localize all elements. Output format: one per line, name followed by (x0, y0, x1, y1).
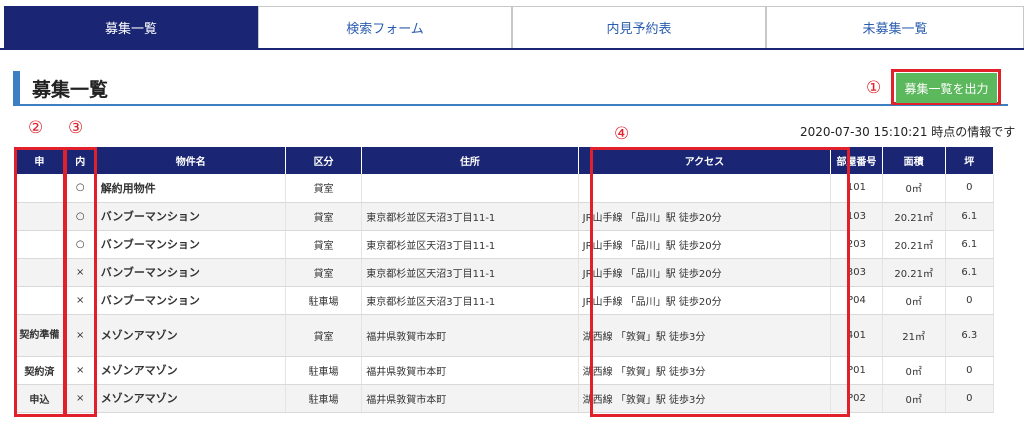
cell-tsubo: 0 (945, 174, 994, 203)
tab-unrecruited-list[interactable]: 未募集一覧 (766, 6, 1024, 48)
cell-area: 20.21㎡ (882, 202, 946, 231)
cell-tsubo: 6.1 (945, 230, 994, 259)
cell-area: 21㎡ (882, 314, 946, 357)
cell-category: 貸室 (285, 230, 363, 259)
cell-address: 東京都杉並区天沼3丁目11-1 (361, 258, 579, 287)
cell-address: 東京都杉並区天沼3丁目11-1 (361, 286, 579, 315)
tab-bar-underline (0, 48, 1024, 50)
section-divider (13, 104, 1008, 106)
highlight-box-4 (590, 147, 850, 417)
cell-address: 東京都杉並区天沼3丁目11-1 (361, 230, 579, 259)
cell-tsubo: 6.1 (945, 258, 994, 287)
col-header-property-name[interactable]: 物件名 (96, 147, 286, 174)
tab-viewing-schedule[interactable]: 内見予約表 (512, 6, 766, 48)
cell-property-name[interactable]: メゾンアマゾン (96, 356, 286, 385)
cell-category: 貸室 (285, 258, 363, 287)
annotation-4: ④ (614, 124, 630, 144)
cell-property-name[interactable]: バンブーマンション (96, 202, 286, 231)
cell-area: 0㎡ (882, 174, 946, 203)
cell-category: 貸室 (285, 314, 363, 357)
cell-address: 福井県敦賀市本町 (361, 314, 579, 357)
annotation-1: ① (866, 78, 882, 98)
highlight-box-2 (14, 147, 66, 417)
cell-property-name[interactable]: 解約用物件 (96, 174, 286, 203)
tab-search-form[interactable]: 検索フォーム (258, 6, 512, 48)
cell-address: 福井県敦賀市本町 (361, 356, 579, 385)
cell-category: 貸室 (285, 202, 363, 231)
section-accent-bar (13, 71, 20, 104)
cell-area: 0㎡ (882, 356, 946, 385)
col-header-area[interactable]: 面積 (882, 147, 946, 174)
cell-category: 駐車場 (285, 286, 363, 315)
cell-property-name[interactable]: メゾンアマゾン (96, 384, 286, 413)
col-header-tsubo[interactable]: 坪 (945, 147, 994, 174)
cell-address: 福井県敦賀市本町 (361, 384, 579, 413)
cell-tsubo: 0 (945, 286, 994, 315)
col-header-address[interactable]: 住所 (361, 147, 579, 174)
tab-recruitment-list[interactable]: 募集一覧 (4, 6, 258, 48)
cell-category: 駐車場 (285, 356, 363, 385)
data-timestamp: 2020-07-30 15:10:21 時点の情報です (800, 125, 1016, 139)
cell-tsubo: 0 (945, 384, 994, 413)
annotation-2: ② (28, 118, 44, 138)
cell-property-name[interactable]: メゾンアマゾン (96, 314, 286, 357)
page-title: 募集一覧 (32, 79, 109, 101)
cell-category: 駐車場 (285, 384, 363, 413)
tab-bar: 募集一覧 検索フォーム 内見予約表 未募集一覧 (0, 0, 1024, 50)
cell-address (361, 174, 579, 203)
cell-tsubo: 0 (945, 356, 994, 385)
cell-area: 0㎡ (882, 384, 946, 413)
cell-category: 貸室 (285, 174, 363, 203)
cell-area: 20.21㎡ (882, 230, 946, 259)
col-header-category[interactable]: 区分 (285, 147, 363, 174)
annotation-3: ③ (68, 118, 84, 138)
cell-tsubo: 6.1 (945, 202, 994, 231)
cell-property-name[interactable]: バンブーマンション (96, 286, 286, 315)
cell-property-name[interactable]: バンブーマンション (96, 258, 286, 287)
cell-area: 20.21㎡ (882, 258, 946, 287)
cell-property-name[interactable]: バンブーマンション (96, 230, 286, 259)
cell-area: 0㎡ (882, 286, 946, 315)
cell-address: 東京都杉並区天沼3丁目11-1 (361, 202, 579, 231)
cell-tsubo: 6.3 (945, 314, 994, 357)
highlight-box-3 (64, 147, 97, 417)
export-list-button[interactable]: 募集一覧を出力 (896, 73, 997, 103)
